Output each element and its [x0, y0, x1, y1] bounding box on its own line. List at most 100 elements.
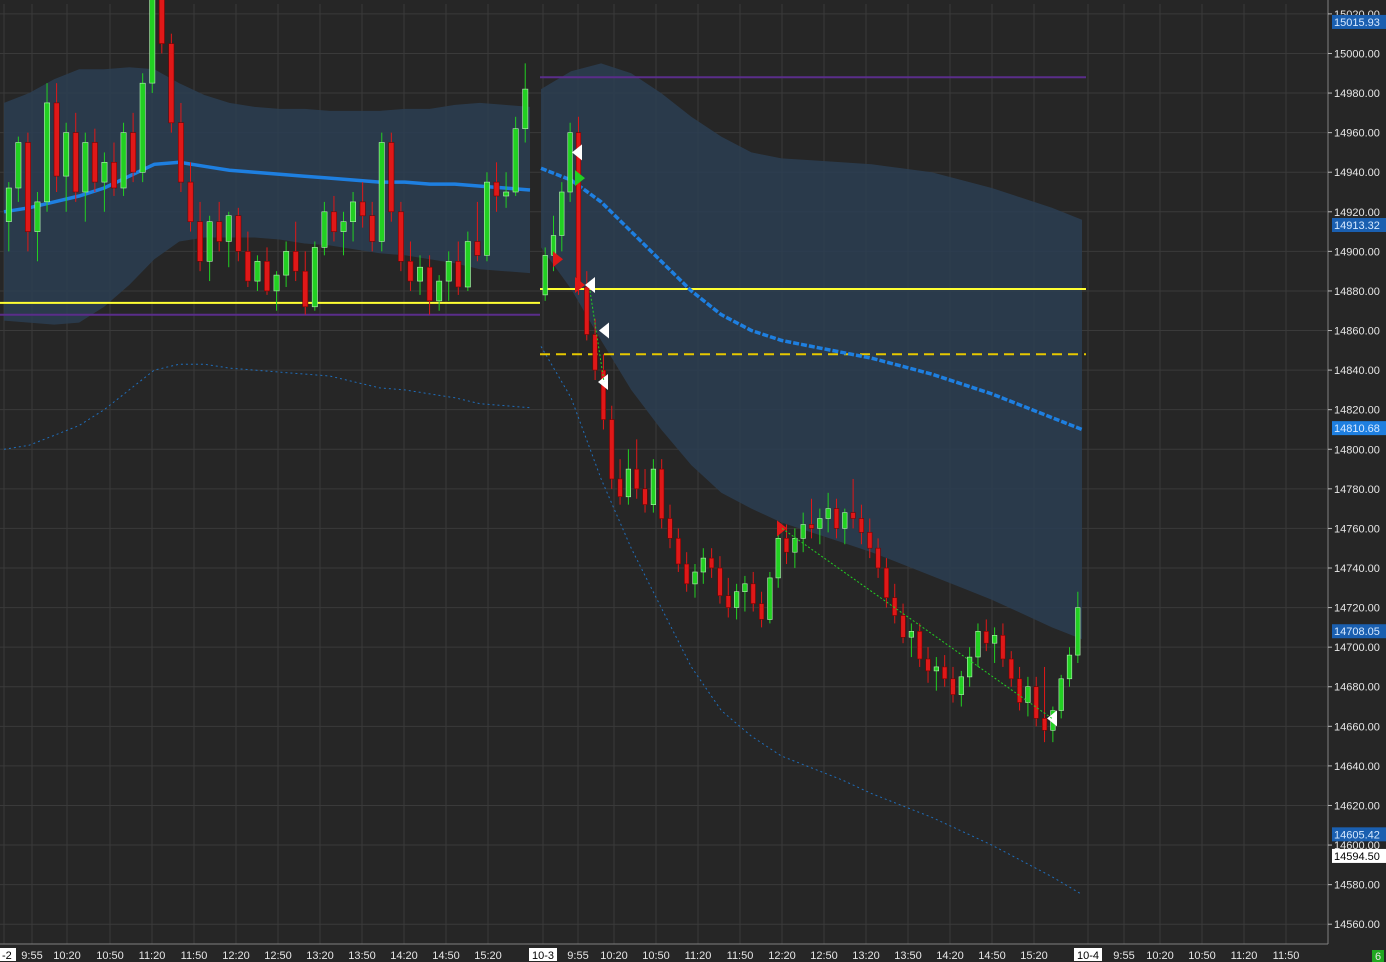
time-axis[interactable]: -2 9:55 10:20 10:50 11:20 11:50 12:20 12:50 13:2…	[0, 943, 1328, 962]
price-badge-label: 14708.05	[1334, 626, 1380, 638]
chart-root[interactable]: 15020.00 15000.00 14980.00 14960.00 14940.00…	[0, 0, 1386, 962]
candle-body-up	[817, 518, 823, 529]
candle-body-down	[750, 583, 756, 604]
price-tick-label: 14980.00	[1334, 88, 1380, 100]
price-badge: 14708.05	[1332, 624, 1386, 639]
candle-body-up	[149, 0, 156, 84]
price-badge: 14594.50	[1332, 848, 1386, 863]
candle-body-up	[522, 88, 529, 129]
time-tick-label: 10:50	[96, 950, 124, 962]
candle-body-up	[842, 512, 848, 529]
candle-body-down	[493, 181, 500, 197]
candle-body-up	[225, 215, 232, 242]
candle-body-down	[455, 260, 462, 288]
candle-body-up	[1058, 678, 1064, 711]
candle-body-up	[311, 247, 318, 308]
time-tick-label: 9:55	[21, 950, 42, 962]
candle-body-down	[659, 468, 665, 519]
candle-body-down	[330, 211, 337, 232]
candle-body-down	[875, 547, 881, 569]
candle-body-down	[917, 630, 923, 660]
candle-body-up	[503, 191, 510, 197]
time-tick-label: 11:50	[727, 950, 754, 962]
candle-body-down	[168, 43, 175, 124]
price-badge: 15015.93	[1332, 14, 1386, 29]
candle-body-down	[91, 142, 98, 183]
candle-body-down	[942, 666, 948, 680]
time-tick-label: 12:20	[222, 950, 250, 962]
candle-body-down	[684, 563, 690, 585]
candle-body-up	[378, 142, 385, 242]
candle-body-down	[72, 132, 79, 193]
candle-body-up	[542, 255, 548, 296]
candle-body-up	[650, 468, 656, 506]
time-tick-label: 14:20	[390, 950, 418, 962]
candle-body-down	[609, 419, 615, 480]
time-tick-label: 12:50	[810, 950, 838, 962]
candle-body-down	[617, 478, 623, 497]
time-tick-label: 10:50	[642, 950, 670, 962]
candle-body-up	[792, 537, 798, 553]
time-tick-label: 9:55	[1113, 950, 1134, 962]
candle-body-down	[1000, 634, 1006, 660]
candle-body-down	[369, 215, 376, 242]
price-tick-label: 14940.00	[1334, 167, 1380, 179]
price-tick-label: 14920.00	[1334, 207, 1380, 219]
candle-body-down	[900, 615, 906, 638]
candle	[767, 571, 773, 624]
price-tick-label: 14560.00	[1334, 919, 1380, 931]
price-badge-label: 14913.32	[1334, 220, 1380, 232]
candle-body-up	[82, 142, 89, 193]
candle	[149, 0, 156, 94]
price-tick-label: 15000.00	[1334, 48, 1380, 60]
candle-body-down	[758, 603, 765, 620]
candle	[483, 172, 490, 262]
candle-body-up	[1066, 654, 1073, 680]
time-tick-label: 15:20	[1020, 950, 1048, 962]
candle	[575, 116, 582, 295]
candle-body-down	[892, 597, 898, 616]
candle	[388, 132, 395, 222]
candle-body-down	[708, 557, 715, 569]
price-axis[interactable]: 15020.0015000.0014980.0014960.0014940.00…	[1327, 0, 1386, 962]
price-badge-label: 14594.50	[1334, 851, 1380, 863]
candle-body-up	[5, 187, 12, 222]
candle-body-up	[63, 132, 70, 177]
time-tick-label: 11:50	[1273, 950, 1300, 962]
price-tick-label: 14700.00	[1334, 642, 1380, 654]
price-tick-label: 14640.00	[1334, 761, 1380, 773]
candle-body-up	[483, 181, 490, 256]
candle	[168, 33, 175, 133]
price-tick-label: 14720.00	[1334, 603, 1380, 615]
candle-body-down	[950, 678, 956, 695]
candle-body-up	[120, 132, 127, 189]
candle-body-up	[625, 468, 631, 498]
time-tick-label: 10:20	[1146, 950, 1174, 962]
candle-body-down	[235, 215, 242, 252]
time-tick-label: 12:20	[768, 950, 796, 962]
candle-body-up	[1025, 686, 1031, 703]
candle-body-up	[559, 191, 565, 236]
candle-body-up	[15, 142, 22, 189]
candle	[512, 116, 519, 196]
price-badge: 14810.68	[1332, 421, 1386, 436]
price-axis-background	[1328, 0, 1386, 962]
candle	[311, 241, 318, 311]
candle-body-down	[883, 567, 889, 599]
candle-body-up	[350, 201, 356, 222]
candle-body-down	[53, 102, 60, 177]
candle-body-up	[825, 508, 831, 519]
candle-body-down	[1033, 686, 1039, 719]
time-tick-label: 11:20	[139, 950, 166, 962]
candle-body-up	[445, 260, 452, 282]
candle-body-up	[206, 221, 213, 262]
price-tick-label: 14960.00	[1334, 128, 1380, 140]
time-tick-label: 9:55	[567, 950, 588, 962]
time-tick-label: 13:50	[348, 950, 376, 962]
candle-body-down	[850, 512, 856, 519]
candle-body-down	[187, 181, 194, 223]
price-tick-label: 14660.00	[1334, 721, 1380, 733]
candle-body-up	[975, 630, 981, 658]
price-chart[interactable]: 15020.0015000.0014980.0014960.0014940.00…	[0, 0, 1386, 962]
candle-body-up	[321, 211, 328, 248]
